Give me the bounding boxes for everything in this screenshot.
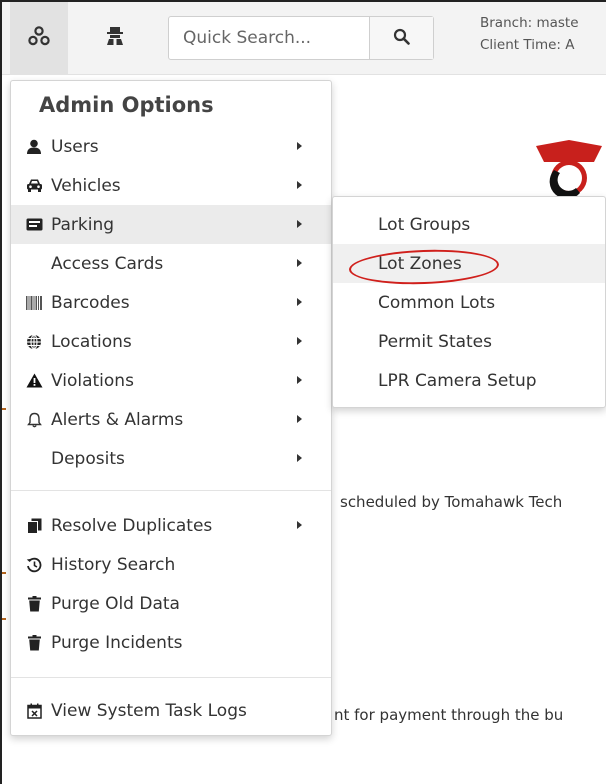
menu-item-purge-incidents[interactable]: Purge Incidents xyxy=(11,623,331,662)
menu-item-label: Alerts & Alarms xyxy=(51,409,184,430)
menu-item-alerts-alarms[interactable]: Alerts & Alarms xyxy=(11,400,331,439)
history-icon xyxy=(25,556,43,574)
submenu-item-label: LPR Camera Setup xyxy=(378,370,537,391)
quick-search-input[interactable] xyxy=(169,17,369,59)
chevron-right-icon xyxy=(297,415,302,423)
chevron-right-icon xyxy=(297,298,302,306)
branch-text: Branch: maste xyxy=(480,15,579,31)
magnifier-icon xyxy=(393,28,410,49)
background-fragment xyxy=(2,408,6,410)
user-icon xyxy=(25,138,43,156)
menu-item-access-cards[interactable]: Access Cards xyxy=(11,244,331,283)
submenu-item-common-lots[interactable]: Common Lots xyxy=(333,283,605,322)
menu-divider xyxy=(11,677,331,678)
chevron-right-icon xyxy=(297,337,302,345)
user-secret-icon xyxy=(105,26,125,50)
chevron-right-icon xyxy=(297,181,302,189)
menu-item-label: Violations xyxy=(51,370,134,391)
car-icon xyxy=(25,177,43,195)
menu-item-view-system-task-logs[interactable]: View System Task Logs xyxy=(11,691,331,730)
background-text-line: nt for payment through the bu xyxy=(334,706,564,724)
menu-item-parking[interactable]: Parking xyxy=(11,205,331,244)
globe-icon xyxy=(25,333,43,351)
background-fragment xyxy=(2,572,6,574)
submenu-item-lpr-camera-setup[interactable]: LPR Camera Setup xyxy=(333,361,605,400)
warning-icon xyxy=(25,372,43,390)
secondary-nav-button[interactable] xyxy=(86,2,144,74)
sitemap-icon xyxy=(28,26,50,50)
trash-icon xyxy=(25,634,43,652)
menu-divider xyxy=(11,490,331,491)
bell-icon xyxy=(25,411,43,429)
chevron-right-icon xyxy=(297,454,302,462)
menu-item-resolve-duplicates[interactable]: Resolve Duplicates xyxy=(11,506,331,545)
menu-item-label: Purge Old Data xyxy=(51,593,180,614)
chevron-right-icon xyxy=(297,142,302,150)
admin-options-menu: Admin Options Users Vehicles Parking Acc… xyxy=(10,80,332,736)
menu-item-label: History Search xyxy=(51,554,176,575)
menu-item-label: Purge Incidents xyxy=(51,632,183,653)
menu-item-label: Vehicles xyxy=(51,175,121,196)
menu-header: Admin Options xyxy=(39,93,214,117)
menu-item-history-search[interactable]: History Search xyxy=(11,545,331,584)
menu-item-deposits[interactable]: Deposits xyxy=(11,439,331,478)
branch-info: Branch: maste Client Time: A xyxy=(480,12,579,56)
chevron-right-icon xyxy=(297,521,302,529)
chevron-right-icon xyxy=(297,376,302,384)
chevron-right-icon xyxy=(297,220,302,228)
trash-icon xyxy=(25,595,43,613)
menu-item-label: Resolve Duplicates xyxy=(51,515,213,536)
admin-options-button[interactable] xyxy=(10,2,68,74)
calendar-x-icon xyxy=(25,702,43,720)
menu-item-vehicles[interactable]: Vehicles xyxy=(11,166,331,205)
menu-item-locations[interactable]: Locations xyxy=(11,322,331,361)
quick-search xyxy=(168,16,434,60)
menu-item-barcodes[interactable]: Barcodes xyxy=(11,283,331,322)
submenu-item-permit-states[interactable]: Permit States xyxy=(333,322,605,361)
background-text-line: scheduled by Tomahawk Tech xyxy=(340,493,563,511)
barcode-icon xyxy=(25,294,43,312)
menu-item-violations[interactable]: Violations xyxy=(11,361,331,400)
menu-item-label: Access Cards xyxy=(51,253,164,274)
annotation-highlight-circle xyxy=(348,247,500,287)
client-time-text: Client Time: A xyxy=(480,37,575,53)
chevron-right-icon xyxy=(297,259,302,267)
parking-sign-icon xyxy=(25,216,43,234)
parking-submenu: Lot Groups Lot Zones Common Lots Permit … xyxy=(332,196,606,408)
menu-item-users[interactable]: Users xyxy=(11,127,331,166)
menu-item-label: Parking xyxy=(51,214,115,235)
submenu-item-label: Permit States xyxy=(378,331,493,352)
top-navbar: Branch: maste Client Time: A xyxy=(2,2,606,75)
background-fragment xyxy=(2,618,6,620)
submenu-item-lot-zones[interactable]: Lot Zones xyxy=(333,244,605,287)
copy-icon xyxy=(25,517,43,535)
menu-item-purge-old-data[interactable]: Purge Old Data xyxy=(11,584,331,623)
menu-item-label: Locations xyxy=(51,331,132,352)
submenu-item-label: Lot Groups xyxy=(378,214,471,235)
submenu-item-lot-groups[interactable]: Lot Groups xyxy=(333,205,605,244)
menu-item-label: Barcodes xyxy=(51,292,130,313)
search-button[interactable] xyxy=(369,17,433,59)
menu-item-label: Deposits xyxy=(51,448,125,469)
menu-item-label: View System Task Logs xyxy=(51,700,247,721)
menu-item-label: Users xyxy=(51,136,99,157)
submenu-item-label: Common Lots xyxy=(378,292,496,313)
